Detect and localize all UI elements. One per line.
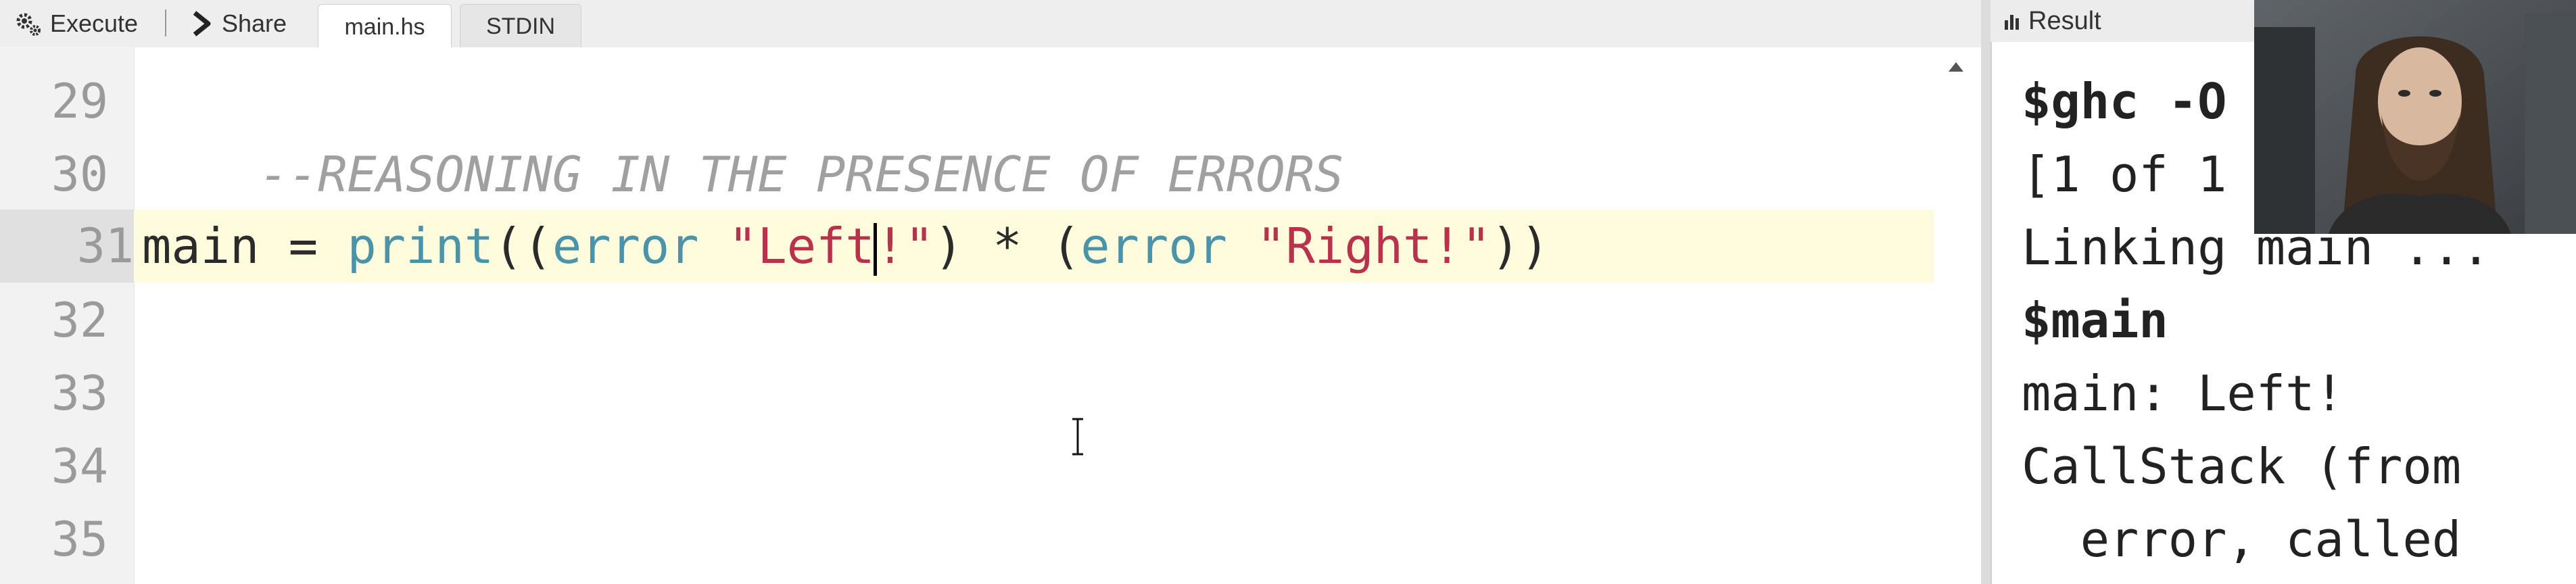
token-def: main [142,218,260,274]
token-bracket: )) [1491,218,1550,274]
tab-label: STDIN [486,13,555,39]
scroll-up-arrow-icon[interactable] [1949,62,1963,72]
token-string: "Left [728,218,875,274]
webcam-overlay [2254,0,2576,234]
execute-label: Execute [50,9,139,37]
code-line-active[interactable]: main = print((error "Left!") * (error "R… [134,210,1934,283]
token-string: "Right!" [1256,218,1492,274]
line-number: 30 [51,147,108,202]
code-line[interactable] [142,503,1934,576]
tab-label: main.hs [344,14,425,40]
line-number: 34 [51,439,108,494]
line-number-gutter: 29 30 31 32 33 34 35 [0,47,135,584]
share-button[interactable]: Share [191,0,287,47]
output-line: $ghc -O [2022,73,2227,130]
editor-scrollbar[interactable] [1935,47,1981,584]
toolbar: Execute Share main.hs STDIN [0,0,1981,49]
token-op: ) * ( [934,218,1081,274]
token-string: !" [875,218,934,274]
token-bracket: (( [494,218,552,274]
output-line: $main [2022,292,2168,349]
chevron-right-icon [191,10,214,37]
gears-icon [15,10,42,37]
output-line: [1 of 1 [2022,146,2227,203]
result-title: Result [2028,6,2101,35]
line-number: 29 [51,74,108,129]
line-number: 33 [51,366,108,421]
token-builtin: error [1080,218,1227,274]
code-line[interactable] [142,357,1934,430]
output-line: CallStack (from [2022,438,2462,495]
text-cursor-icon [1072,418,1083,456]
panel-divider[interactable] [1981,0,1990,584]
token-builtin: print [347,218,494,274]
line-number-active: 31 [0,210,134,283]
code-line[interactable] [142,138,1934,211]
output-line: main: Left! [2022,365,2344,422]
tab-stdin[interactable]: STDIN [460,4,581,48]
token-op: = [259,218,348,274]
share-label: Share [222,9,287,37]
code-editor[interactable]: 29 30 31 32 33 34 35 --REASONING IN THE … [0,47,1981,584]
bar-chart-icon [2003,11,2023,31]
execute-button[interactable]: Execute [15,0,138,47]
output-line: error, called [2022,511,2462,568]
line-number: 35 [51,512,108,567]
tab-main-hs[interactable]: main.hs [318,4,452,49]
line-number: 32 [51,293,108,348]
token-builtin: error [552,218,699,274]
code-line[interactable]: --REASONING IN THE PRESENCE OF ERRORS [142,65,1934,203]
code-line[interactable] [142,284,1934,357]
toolbar-separator [165,9,166,36]
line-number: 31 [76,218,134,274]
code-line[interactable] [142,430,1934,503]
